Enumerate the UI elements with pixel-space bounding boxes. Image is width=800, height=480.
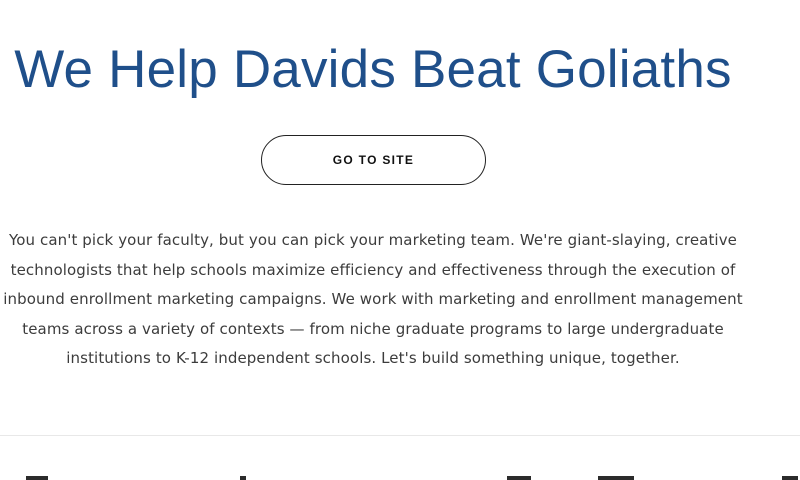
hero-title: We Help Davids Beat Goliaths (14, 40, 732, 99)
section-divider (0, 435, 800, 436)
intro-line: teams across a variety of contexts — fro… (22, 319, 724, 338)
next-section-peek (0, 466, 800, 480)
peek-glyph (782, 476, 798, 480)
peek-glyph (598, 476, 634, 480)
intro-line: technologists that help schools maximize… (10, 260, 736, 279)
landing-page: We Help Davids Beat Goliaths GO TO SITE … (0, 0, 800, 480)
go-to-site-button[interactable]: GO TO SITE (261, 135, 486, 185)
peek-glyph (26, 476, 48, 480)
intro-line: inbound enrollment marketing campaigns. … (3, 290, 743, 309)
intro-line: You can't pick your faculty, but you can… (8, 231, 738, 249)
peek-glyph (240, 476, 246, 480)
intro-paragraph: You can't pick your faculty, but you can… (0, 226, 766, 374)
intro-line: institutions to K-12 independent schools… (66, 349, 680, 368)
peek-glyph (507, 476, 531, 480)
